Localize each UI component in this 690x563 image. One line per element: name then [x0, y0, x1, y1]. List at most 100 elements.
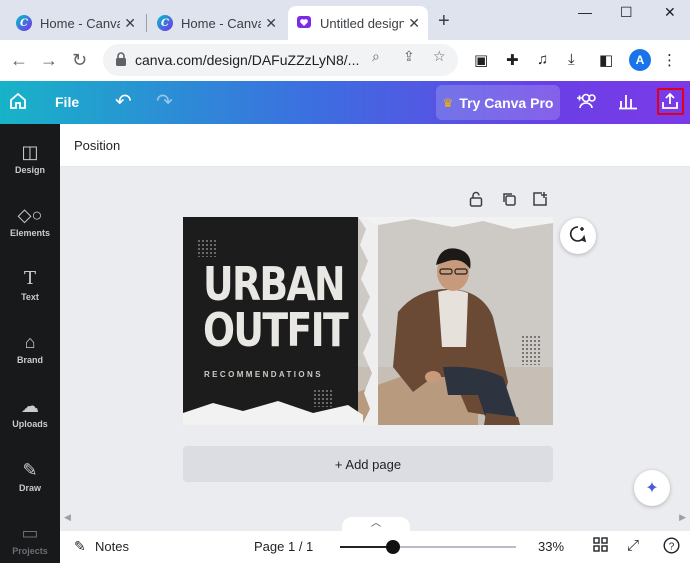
zoom-level[interactable]: 33% [538, 539, 564, 554]
url-text: canva.com/design/DAFuZZzLyN8/... [135, 52, 360, 68]
sidebar-item-label: Projects [12, 546, 48, 556]
file-menu-button[interactable]: File [55, 94, 79, 110]
headline-line-2: OUTFIT [203, 303, 349, 357]
sidebar-item-design[interactable]: ◫ Design [0, 141, 60, 175]
sidebar-item-uploads[interactable]: ☁ Uploads [0, 395, 60, 429]
brand-kit-icon: ⌂ [24, 332, 36, 352]
tab-separator [146, 14, 147, 32]
sidebar-item-label: Uploads [12, 419, 48, 429]
svg-text:?: ? [669, 542, 675, 553]
zoom-slider-handle[interactable] [385, 540, 400, 554]
chevron-up-icon: ︿ [371, 518, 381, 529]
dot-pattern [521, 335, 541, 365]
canva-header: File ↶ ↷ ♛ Try Canva Pro [0, 81, 690, 124]
screenshot-icon[interactable]: ▣ [474, 51, 488, 69]
window-close-icon[interactable]: ✕ [664, 4, 676, 21]
canva-favicon: C [16, 15, 32, 31]
bottom-bar: ✎ Notes Page 1 / 1 33% ⤢ ? [60, 531, 690, 563]
sidebar-item-label: Draw [18, 483, 41, 493]
scroll-right-icon[interactable]: ▶ [679, 512, 686, 523]
browser-tab-1[interactable]: C Home - Canva ✕ [8, 6, 144, 40]
canva-heart-favicon [296, 15, 312, 31]
sidebar-item-label: Brand [16, 355, 43, 365]
try-pro-label: Try Canva Pro [459, 94, 554, 111]
expand-pages-button[interactable]: ︿ [342, 517, 410, 531]
close-icon[interactable]: ✕ [265, 15, 277, 32]
maximize-icon[interactable]: ☐ [620, 4, 633, 21]
tab-title: Home - Canva [181, 15, 262, 31]
browser-tab-strip: C Home - Canva ✕ C Home - Canva ✕ Untitl… [0, 0, 690, 40]
text-icon: T [23, 268, 36, 289]
undo-icon[interactable]: ↶ [115, 89, 132, 114]
browser-toolbar: ← → ↻ canva.com/design/DAFuZZzLyN8/... ⌕… [0, 40, 690, 81]
side-panel-icon[interactable]: ◧ [599, 51, 613, 69]
browser-tab-3-active[interactable]: Untitled design - Canva ✕ [288, 6, 428, 40]
left-sidebar: ◫ Design ◇○ Elements T Text ⌂ Brand ☁ Up… [0, 124, 60, 563]
notes-icon[interactable]: ✎ [74, 538, 86, 555]
fullscreen-icon[interactable]: ⤢ [627, 537, 639, 554]
media-playlist-icon[interactable]: ♫ [537, 51, 548, 68]
add-page-button[interactable]: + Add page [183, 446, 553, 482]
subtitle-text: RECOMMENDATIONS [204, 370, 323, 379]
dot-pattern [197, 239, 217, 257]
comment-add-icon [569, 225, 587, 248]
sidebar-item-label: Text [21, 292, 39, 302]
sidebar-item-brand[interactable]: ⌂ Brand [0, 331, 60, 365]
zoom-magnifier-icon[interactable]: ⌕ [372, 48, 380, 65]
add-people-icon[interactable] [576, 92, 598, 115]
comment-add-button[interactable] [560, 218, 596, 254]
help-icon[interactable]: ? [663, 537, 680, 558]
lock-icon [115, 51, 127, 69]
try-canva-pro-button[interactable]: ♛ Try Canva Pro [436, 85, 560, 120]
insights-chart-icon[interactable] [618, 92, 638, 115]
layout-icon: ◫ [21, 142, 39, 162]
browser-tab-2[interactable]: C Home - Canva ✕ [149, 6, 285, 40]
dot-pattern [313, 389, 333, 407]
tab-title: Home - Canva [40, 15, 121, 31]
tab-title: Untitled design - Canva [320, 15, 405, 31]
sidebar-item-label: Elements [9, 228, 51, 238]
folder-icon: ▭ [21, 523, 39, 543]
sparkle-icon: ✦ [645, 480, 659, 497]
download-icon[interactable]: ⤓ [568, 51, 575, 68]
sidebar-item-draw[interactable]: ✎ Draw [0, 459, 60, 493]
sidebar-item-elements[interactable]: ◇○ Elements [0, 204, 60, 238]
pen-icon: ✎ [22, 460, 38, 480]
more-menu-icon[interactable]: ⋮ [662, 51, 677, 69]
extensions-puzzle-icon[interactable]: ✚ [506, 51, 519, 69]
redo-icon[interactable]: ↷ [156, 89, 173, 114]
new-tab-button[interactable]: + [438, 10, 450, 33]
share-button-highlight [657, 88, 684, 115]
duplicate-page-icon[interactable] [501, 191, 517, 211]
bookmark-star-icon[interactable]: ☆ [433, 48, 446, 65]
sidebar-item-projects[interactable]: ▭ Projects [0, 522, 60, 556]
zoom-slider-fill [340, 546, 393, 548]
headline-line-1: URBAN [203, 257, 346, 311]
back-arrow-icon[interactable]: ← [10, 50, 28, 71]
close-icon[interactable]: ✕ [408, 15, 420, 32]
notes-button[interactable]: Notes [95, 539, 129, 554]
crown-icon: ♛ [442, 95, 454, 110]
scroll-left-icon[interactable]: ◀ [64, 512, 71, 523]
magic-assistant-button[interactable]: ✦ [634, 470, 670, 506]
position-button[interactable]: Position [74, 138, 120, 153]
design-canvas[interactable]: URBAN OUTFIT RECOMMENDATIONS [183, 217, 553, 425]
add-page-icon[interactable] [532, 191, 548, 211]
page-indicator[interactable]: Page 1 / 1 [254, 539, 313, 554]
share-page-icon[interactable]: ⇪ [403, 48, 415, 65]
sidebar-item-label: Design [14, 165, 45, 175]
shapes-icon: ◇○ [17, 205, 43, 225]
forward-arrow-icon[interactable]: → [40, 50, 58, 71]
close-icon[interactable]: ✕ [124, 15, 136, 32]
sidebar-item-text[interactable]: T Text [0, 268, 60, 302]
home-icon[interactable] [9, 92, 27, 115]
grid-view-icon[interactable] [593, 537, 608, 556]
cloud-upload-icon: ☁ [21, 396, 39, 416]
context-toolbar: Position [60, 124, 690, 167]
minimize-icon[interactable]: — [578, 4, 592, 20]
profile-avatar[interactable]: A [629, 49, 651, 71]
reload-icon[interactable]: ↻ [72, 50, 87, 71]
headline-text: URBAN OUTFIT [203, 257, 349, 357]
zoom-slider[interactable] [340, 540, 516, 554]
lock-page-icon[interactable] [469, 191, 483, 211]
